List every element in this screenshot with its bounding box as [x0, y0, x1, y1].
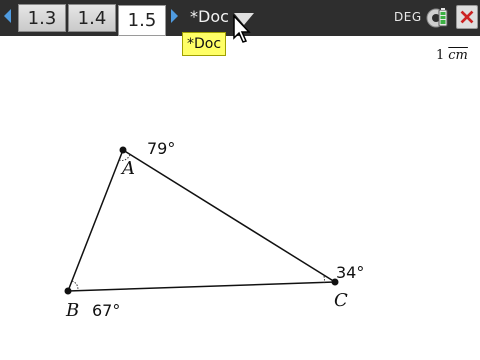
tab-1-4[interactable]: 1.4 — [68, 4, 116, 32]
tab-1-3[interactable]: 1.3 — [18, 4, 66, 32]
close-icon[interactable] — [456, 5, 478, 29]
document-title[interactable]: *Doc — [190, 7, 229, 26]
gear-battery-icon[interactable] — [426, 6, 450, 30]
vertex-point-b[interactable] — [64, 287, 72, 295]
angle-measure-a[interactable]: 79° — [147, 139, 175, 158]
angle-marker-b — [71, 280, 79, 291]
angle-mode-label: DEG — [394, 10, 422, 24]
angle-measure-c[interactable]: 34° — [336, 263, 364, 282]
nav-left-arrow-icon[interactable] — [4, 9, 11, 23]
nav-right-arrow-icon[interactable] — [171, 9, 178, 23]
side-ab[interactable] — [67, 149, 124, 292]
geometry-canvas[interactable]: A B C 79° 67° 34° — [0, 36, 480, 360]
vertex-point-a[interactable] — [119, 146, 127, 154]
vertex-label-c: C — [334, 290, 348, 311]
angle-measure-b[interactable]: 67° — [92, 301, 120, 320]
side-bc[interactable] — [67, 281, 336, 292]
side-ca[interactable] — [122, 149, 336, 283]
tab-1-5[interactable]: 1.5 — [118, 5, 166, 36]
vertex-label-a: A — [120, 158, 135, 179]
vertex-label-b: B — [65, 300, 79, 321]
